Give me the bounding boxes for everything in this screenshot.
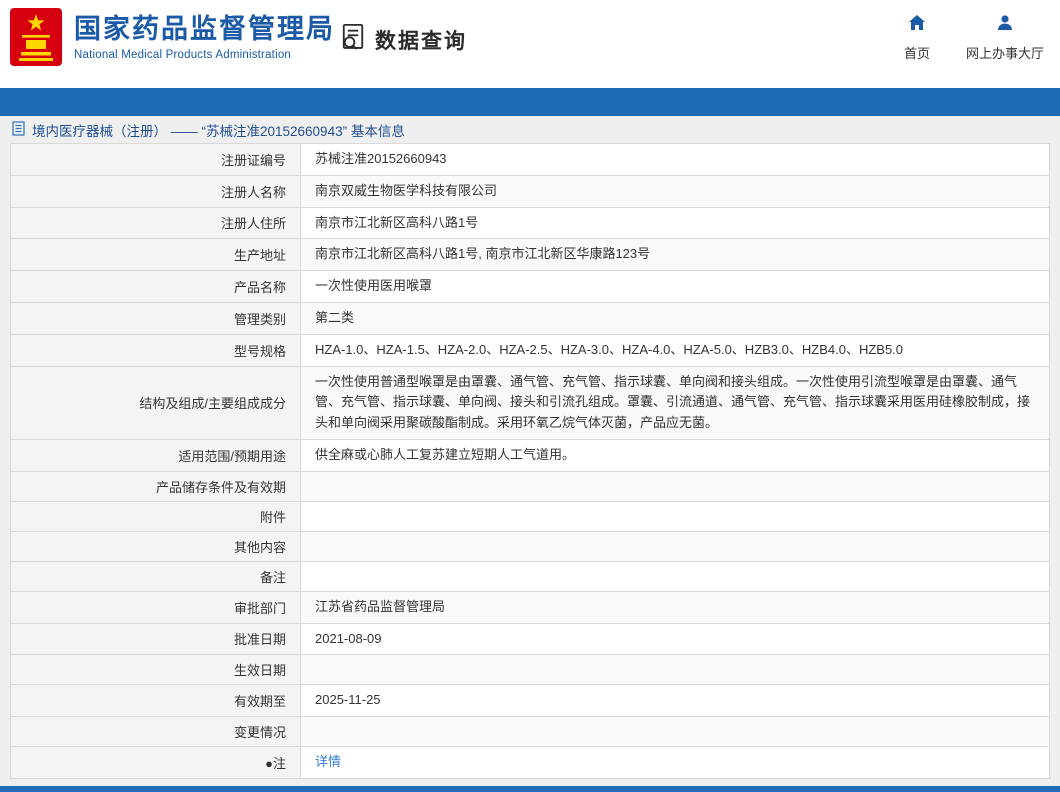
row-value: 2021-08-09 xyxy=(300,622,1050,656)
row-label: 生效日期 xyxy=(10,654,301,686)
row-value xyxy=(300,530,1050,562)
row-label: 结构及组成/主要组成成分 xyxy=(10,365,301,440)
table-row: 结构及组成/主要组成成分 一次性使用普通型喉罩是由罩囊、通气管、充气管、指示球囊、… xyxy=(10,365,1050,440)
breadcrumb-text: 境内医疗器械（注册） —— “苏械注准20152660943” 基本信息 xyxy=(32,123,405,139)
table-row: 管理类别 第二类 xyxy=(10,301,1050,335)
table-row: 备注 xyxy=(10,560,1050,592)
table-row: 批准日期 2021-08-09 xyxy=(10,622,1050,656)
table-row: 型号规格 HZA-1.0、HZA-1.5、HZA-2.0、HZA-2.5、HZA-… xyxy=(10,333,1050,367)
table-row: 变更情况 xyxy=(10,716,1050,748)
row-value: 一次性使用医用喉罩 xyxy=(300,270,1050,303)
table-row: 产品名称 一次性使用医用喉罩 xyxy=(10,270,1050,303)
table-row: 注册人住所 南京市江北新区高科八路1号 xyxy=(10,206,1050,240)
data-query-heading: 数据查询 xyxy=(338,22,467,57)
user-icon xyxy=(995,13,1015,38)
nav-service-hall[interactable]: 网上办事大厅 xyxy=(966,13,1044,62)
row-label: 变更情况 xyxy=(10,716,301,748)
header-nav: 首页 网上办事大厅 xyxy=(904,13,1044,62)
site-title-block: 国家药品监督管理局 National Medical Products Admi… xyxy=(74,8,335,61)
table-row: 生效日期 xyxy=(10,654,1050,686)
row-value: 第二类 xyxy=(300,301,1050,335)
row-value: 南京市江北新区高科八路1号 xyxy=(300,206,1050,240)
row-label: 管理类别 xyxy=(10,301,301,335)
header: 国家药品监督管理局 National Medical Products Admi… xyxy=(0,0,1060,88)
row-label: 型号规格 xyxy=(10,333,301,367)
table-row: 注册人名称 南京双威生物医学科技有限公司 xyxy=(10,174,1050,208)
row-value: 南京双威生物医学科技有限公司 xyxy=(300,174,1050,208)
row-label: 有效期至 xyxy=(10,684,301,718)
table-row: 审批部门 江苏省药品监督管理局 xyxy=(10,590,1050,624)
nav-home[interactable]: 首页 xyxy=(904,13,930,62)
data-query-icon xyxy=(338,22,368,57)
top-blue-bar xyxy=(0,88,1060,116)
national-emblem-icon xyxy=(10,8,62,66)
table-body: 注册证编号 苏械注准20152660943 注册人名称 南京双威生物医学科技有限公司注… xyxy=(10,143,1050,779)
row-label: 注册人名称 xyxy=(10,174,301,208)
site-title: 国家药品监督管理局 xyxy=(74,14,335,44)
nav-home-label: 首页 xyxy=(903,46,930,61)
row-value: HZA-1.0、HZA-1.5、HZA-2.0、HZA-2.5、HZA-3.0、… xyxy=(300,333,1050,367)
document-icon xyxy=(12,120,25,139)
table-row: 注册证编号 苏械注准20152660943 xyxy=(10,143,1050,176)
home-icon xyxy=(907,13,927,38)
row-value xyxy=(300,500,1050,532)
row-value: 供全麻或心肺人工复苏建立短期人工气道用。 xyxy=(300,438,1050,472)
row-value xyxy=(300,470,1050,502)
breadcrumb: 境内医疗器械（注册） —— “苏械注准20152660943” 基本信息 xyxy=(0,116,1060,143)
row-label: 注册人住所 xyxy=(10,206,301,240)
row-label: ●注 xyxy=(10,746,301,779)
row-label: 产品名称 xyxy=(10,270,301,303)
registration-table: 注册证编号 苏械注准20152660943 注册人名称 南京双威生物医学科技有限公司注… xyxy=(10,143,1050,779)
row-value: 2025-11-25 xyxy=(300,684,1050,718)
row-label: 附件 xyxy=(10,500,301,532)
row-label: 其他内容 xyxy=(10,530,301,562)
row-value: 详情 xyxy=(300,746,1050,779)
table-row: 有效期至 2025-11-25 xyxy=(10,684,1050,718)
footer-bar xyxy=(0,786,1060,792)
row-value: 南京市江北新区高科八路1号, 南京市江北新区华康路123号 xyxy=(300,238,1050,272)
row-label: 批准日期 xyxy=(10,622,301,656)
row-value xyxy=(300,654,1050,686)
row-label: 备注 xyxy=(10,560,301,592)
table-row: 生产地址 南京市江北新区高科八路1号, 南京市江北新区华康路123号 xyxy=(10,238,1050,272)
row-value: 苏械注准20152660943 xyxy=(300,143,1050,176)
site-subtitle: National Medical Products Administration xyxy=(74,49,292,62)
table-row: 产品储存条件及有效期 xyxy=(10,470,1050,502)
row-value xyxy=(300,560,1050,592)
row-label: 注册证编号 xyxy=(10,143,301,176)
data-query-label: 数据查询 xyxy=(375,29,467,53)
row-value: 一次性使用普通型喉罩是由罩囊、通气管、充气管、指示球囊、单向阀和接头组成。一次性… xyxy=(300,365,1050,440)
table-row: 适用范围/预期用途 供全麻或心肺人工复苏建立短期人工气道用。 xyxy=(10,438,1050,472)
row-label: 审批部门 xyxy=(10,590,301,624)
table-row: ●注 详情 xyxy=(10,746,1050,779)
details-link[interactable]: 详情 xyxy=(315,754,341,769)
logo-block: 国家药品监督管理局 National Medical Products Admi… xyxy=(10,8,335,66)
row-value: 江苏省药品监督管理局 xyxy=(300,590,1050,624)
row-label: 适用范围/预期用途 xyxy=(10,438,301,472)
row-label: 生产地址 xyxy=(10,238,301,272)
row-value xyxy=(300,716,1050,748)
table-row: 附件 xyxy=(10,500,1050,532)
table-row: 其他内容 xyxy=(10,530,1050,562)
registration-table-wrap: 注册证编号 苏械注准20152660943 注册人名称 南京双威生物医学科技有限公司注… xyxy=(10,143,1050,779)
row-label: 产品储存条件及有效期 xyxy=(10,470,301,502)
nav-service-hall-label: 网上办事大厅 xyxy=(965,46,1044,61)
